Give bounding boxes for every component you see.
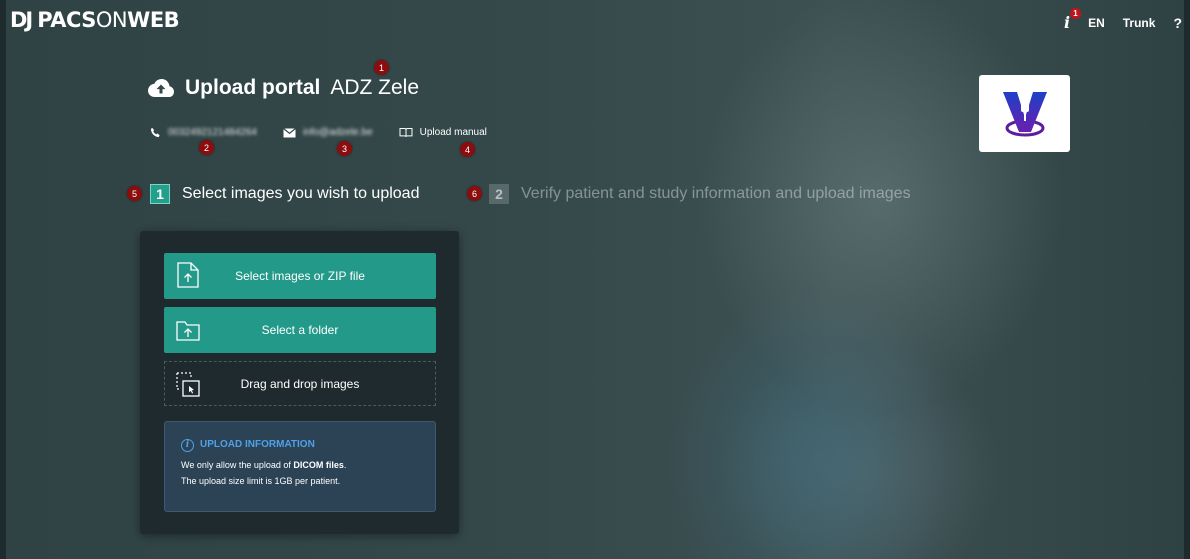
step-1: 1 Select images you wish to upload	[150, 184, 419, 204]
phone-number: 0032492121484264	[168, 127, 257, 138]
email-address: info@adzele.be	[302, 127, 373, 138]
step-2-label: Verify patient and study information and…	[521, 185, 911, 202]
page-title: Upload portal ADZ Zele	[147, 76, 419, 100]
organization-logo	[979, 75, 1070, 152]
top-navigation: i1 EN Trunk ?	[1064, 8, 1182, 32]
left-edge	[0, 0, 6, 559]
upload-manual-link[interactable]: Upload manual	[399, 127, 487, 138]
tenant-selector[interactable]: Trunk	[1123, 16, 1156, 30]
annotation-badge-4: 4	[460, 142, 475, 157]
select-images-label: Select images or ZIP file	[235, 269, 365, 283]
upload-information-title: UPLOAD INFORMATION	[200, 439, 315, 450]
logo-text-bold: PACS	[37, 8, 96, 32]
file-upload-icon	[177, 262, 199, 288]
step-1-number: 1	[150, 184, 170, 204]
dicom-restriction-text: We only allow the upload of DICOM files.	[181, 460, 347, 470]
drag-drop-zone[interactable]: Drag and drop images	[164, 361, 436, 406]
annotation-badge-6: 6	[467, 186, 482, 201]
language-selector[interactable]: EN	[1088, 16, 1105, 30]
folder-upload-icon	[176, 321, 200, 341]
notifications-info-icon[interactable]: i1	[1064, 8, 1082, 32]
cloud-upload-icon	[148, 79, 174, 97]
email-contact[interactable]: info@adzele.be	[283, 127, 373, 138]
notification-count-badge: 1	[1070, 8, 1082, 19]
pacsonweb-logo[interactable]: DJ PACS ON WEB	[10, 8, 180, 32]
select-images-button[interactable]: Select images or ZIP file	[164, 253, 436, 299]
dicom-files-emphasis: DICOM files	[293, 460, 344, 470]
step-2: 2 Verify patient and study information a…	[489, 184, 911, 204]
phone-icon	[150, 127, 160, 138]
drag-drop-icon	[176, 372, 200, 397]
annotation-badge-1: 1	[374, 60, 389, 75]
help-button[interactable]: ?	[1173, 15, 1182, 31]
contact-bar: 0032492121484264 info@adzele.be Upload m…	[150, 127, 513, 138]
upload-panel: Select images or ZIP file Select a folde…	[140, 231, 459, 534]
select-folder-label: Select a folder	[261, 323, 339, 337]
title-bold: Upload portal	[185, 76, 321, 99]
title-organization: ADZ Zele	[330, 76, 420, 99]
select-folder-button[interactable]: Select a folder	[164, 307, 436, 353]
annotation-badge-3: 3	[337, 141, 352, 156]
info-circle-icon: i	[181, 438, 194, 452]
step-2-number: 2	[489, 184, 509, 204]
logo-text-thin: ON	[95, 8, 128, 32]
organization-logo-icon	[1002, 91, 1047, 136]
annotation-badge-2: 2	[199, 140, 214, 155]
book-icon	[399, 128, 413, 137]
logo-mark: DJ	[10, 8, 33, 32]
upload-size-limit-text: The upload size limit is 1GB per patient…	[181, 476, 341, 486]
upload-information-header: i UPLOAD INFORMATION	[181, 437, 423, 453]
logo-text-bold2: WEB	[127, 8, 180, 32]
phone-contact[interactable]: 0032492121484264	[150, 127, 257, 138]
upload-information-box: i UPLOAD INFORMATION We only allow the u…	[164, 421, 436, 512]
annotation-badge-5: 5	[127, 186, 142, 201]
envelope-icon	[283, 127, 296, 137]
right-edge	[1184, 0, 1190, 559]
upload-manual-label: Upload manual	[419, 127, 487, 138]
step-1-label: Select images you wish to upload	[182, 185, 420, 202]
drag-drop-label: Drag and drop images	[240, 376, 360, 391]
